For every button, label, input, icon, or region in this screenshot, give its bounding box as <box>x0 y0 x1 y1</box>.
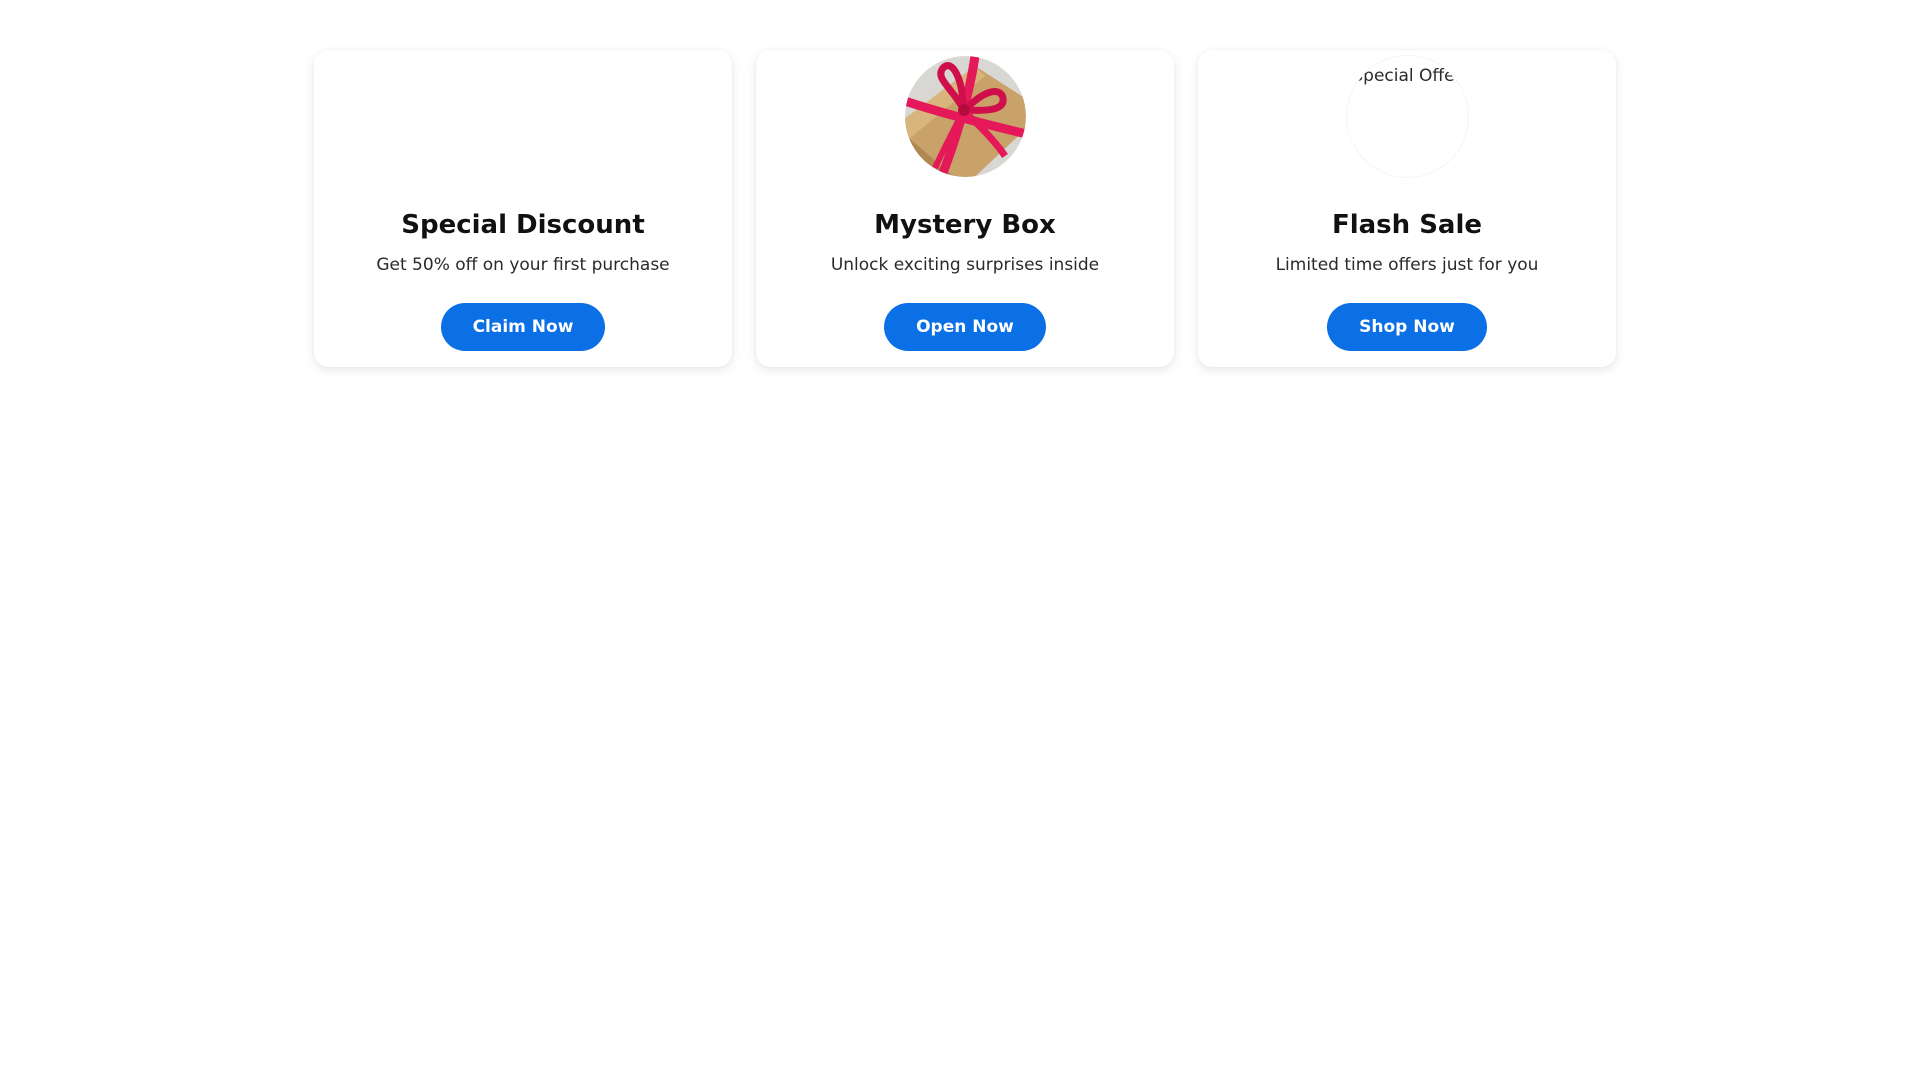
image-alt-text: Special Offer <box>1352 66 1462 86</box>
offer-card-mystery-box: Mystery Box Unlock exciting surprises in… <box>756 50 1174 367</box>
offer-cards: Special Discount Get 50% off on your fir… <box>314 50 1618 367</box>
open-now-button[interactable]: Open Now <box>884 303 1046 351</box>
claim-now-button[interactable]: Claim Now <box>440 303 606 351</box>
card-title: Mystery Box <box>874 210 1056 240</box>
gift-box-icon <box>904 56 1026 177</box>
shop-now-button[interactable]: Shop Now <box>1327 303 1487 351</box>
offer-card-flash-sale: Special Offer Flash Sale Limited time of… <box>1198 50 1616 367</box>
card-title: Special Discount <box>401 210 645 240</box>
card-description: Get 50% off on your first purchase <box>376 255 670 275</box>
broken-image-icon: Special Offer <box>1346 56 1468 177</box>
card-title: Flash Sale <box>1331 210 1483 240</box>
offer-card-special-discount: Special Discount Get 50% off on your fir… <box>314 50 732 367</box>
card-description: Limited time offers just for you <box>1275 255 1539 275</box>
card-image-placeholder <box>463 56 584 177</box>
card-description: Unlock exciting surprises inside <box>830 255 1100 275</box>
